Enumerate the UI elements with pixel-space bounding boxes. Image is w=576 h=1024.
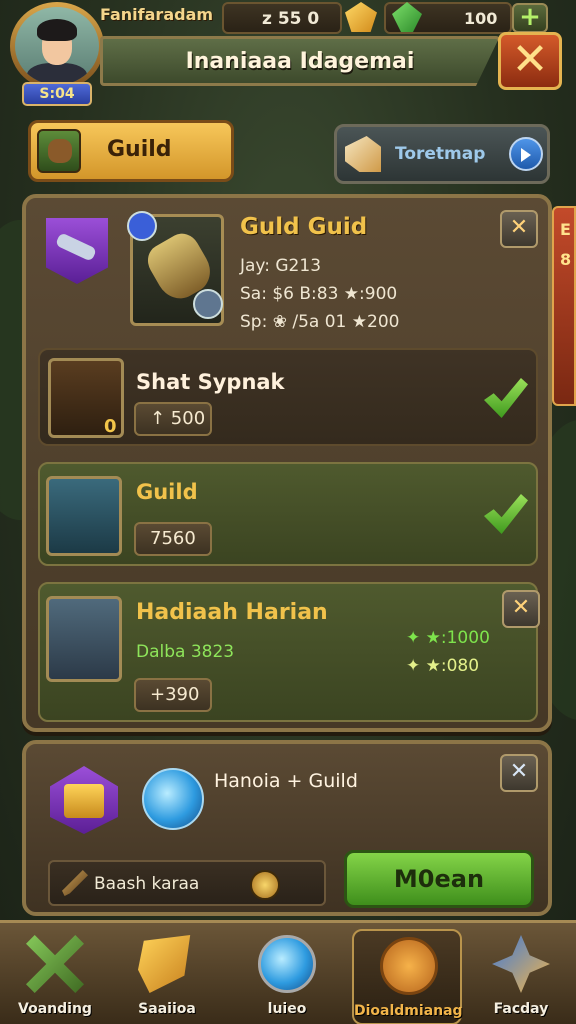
nav-item-facday[interactable]: Facday [466, 929, 576, 1024]
tab-treasure-map-label: Toretmap [395, 144, 486, 164]
map-icon [345, 136, 381, 172]
play-icon[interactable] [509, 137, 543, 171]
nav-item-voanding[interactable]: Voanding [0, 929, 110, 1024]
portal-icon [258, 935, 316, 993]
guild-panel: Guld Guid Jay: G213 Sa: $6 B:83 ★:900 Sp… [22, 194, 552, 732]
crossed-swords-icon [26, 935, 84, 993]
list-item-card-2[interactable]: Guild 7560 [38, 462, 538, 566]
nav-label-facday: Facday [493, 1001, 549, 1017]
card-1-value: ↑ 500 [134, 402, 212, 436]
nav-label-voanding: Voanding [18, 1001, 92, 1017]
player-level-badge: S:04 [22, 82, 92, 106]
guild-search-field[interactable]: Baash karaa [48, 860, 326, 906]
side-tab-letter-2: 8 [560, 250, 572, 269]
title-banner: Inaniaaa Idagemai [100, 36, 500, 86]
hero-stat-line-2: Sa: $6 B:83 ★:900 [240, 284, 398, 304]
join-button[interactable]: M0ean [344, 850, 534, 908]
card-3-reward-2: ✦ ★:080 [406, 656, 480, 676]
card-1-badge: 0 [104, 416, 117, 437]
energy-value: z 55 0 [262, 9, 320, 29]
hero-portrait-card[interactable] [127, 211, 224, 326]
page-title: Inaniaaa Idagemai [185, 49, 415, 74]
hero-stat-line-3: Sp: ❀ /5a 01 ★200 [240, 312, 400, 332]
hero-class-icon [46, 218, 108, 284]
top-bar: S:04 Fanifaradam z 55 0 100 + Inaniaaa I… [0, 0, 576, 110]
list-item-card-3[interactable]: Hadiaah Harian Dalba 3823 ✦ ★:1000 ✦ ★:0… [38, 582, 540, 722]
card-3-thumbnail [46, 596, 122, 682]
energy-resource-bar: z 55 0 [222, 2, 342, 34]
guild-shield-icon [37, 129, 81, 173]
list-item-card-1[interactable]: 0 Shat Sypnak ↑ 500 [38, 348, 538, 446]
nav-item-saaiioa[interactable]: Saaiioa [112, 929, 222, 1024]
tab-treasure-map[interactable]: Toretmap [334, 124, 550, 184]
card-2-value: 7560 [134, 522, 212, 556]
nav-label-luieo: luieo [267, 1001, 307, 1017]
compass-icon [492, 935, 550, 993]
card-3-title: Hadiaah Harian [136, 600, 328, 625]
tab-guild[interactable]: Guild [28, 120, 234, 182]
card-3-subtitle: Dalba 3823 [136, 642, 235, 662]
coin-icon [250, 870, 280, 900]
hero-close-button[interactable]: ✕ [500, 210, 538, 248]
card-1-check-icon [484, 378, 528, 418]
nav-label-saaiioa: Saaiioa [138, 1001, 196, 1017]
portal-orb-icon [142, 768, 204, 830]
card-2-thumbnail [46, 476, 122, 556]
trophy-icon [138, 935, 191, 993]
bottom-navigation: Voanding Saaiioa luieo Dioaldmianag Facd… [0, 920, 576, 1024]
guild-invite-panel: Hanoia + Guild ✕ Baash karaa M0ean [22, 740, 552, 916]
nav-item-luieo[interactable]: luieo [232, 929, 342, 1024]
add-currency-button[interactable]: + [512, 3, 548, 33]
card-3-value: +390 [134, 678, 212, 712]
avatar-hair [37, 19, 77, 41]
card-2-title: Guild [136, 480, 198, 504]
gold-gem-icon [345, 2, 377, 32]
nav-label-dioaldmianag: Dioaldmianag [354, 1003, 463, 1019]
card-3-close-button[interactable]: ✕ [502, 590, 540, 628]
sword-icon [62, 870, 88, 896]
player-name: Fanifaradam [100, 5, 214, 24]
rarity-badge-icon [127, 211, 157, 241]
invite-close-button[interactable]: ✕ [500, 754, 538, 792]
guild-search-label: Baash karaa [94, 874, 200, 894]
gift-chest-icon [50, 766, 118, 834]
nav-item-dioaldmianag[interactable]: Dioaldmianag [352, 929, 463, 1024]
card-2-check-icon [484, 494, 528, 534]
card-1-title: Shat Sypnak [136, 370, 285, 394]
invite-panel-title: Hanoia + Guild [214, 770, 358, 792]
hero-stat-line-1: Jay: G213 [240, 256, 322, 276]
card-3-reward-1: ✦ ★:1000 [406, 628, 490, 648]
hero-title: Guld Guid [240, 214, 368, 240]
shop-medal-icon [380, 937, 438, 995]
side-tab-letter-1: E [560, 220, 571, 239]
tab-guild-label: Guild [107, 137, 172, 162]
side-tab[interactable]: E 8 [552, 206, 576, 406]
gear-badge-icon [193, 289, 223, 319]
close-button[interactable]: ✕ [498, 32, 562, 90]
gem-value: 100 [464, 9, 498, 28]
avatar-portrait [15, 7, 99, 85]
player-avatar[interactable] [10, 2, 104, 90]
